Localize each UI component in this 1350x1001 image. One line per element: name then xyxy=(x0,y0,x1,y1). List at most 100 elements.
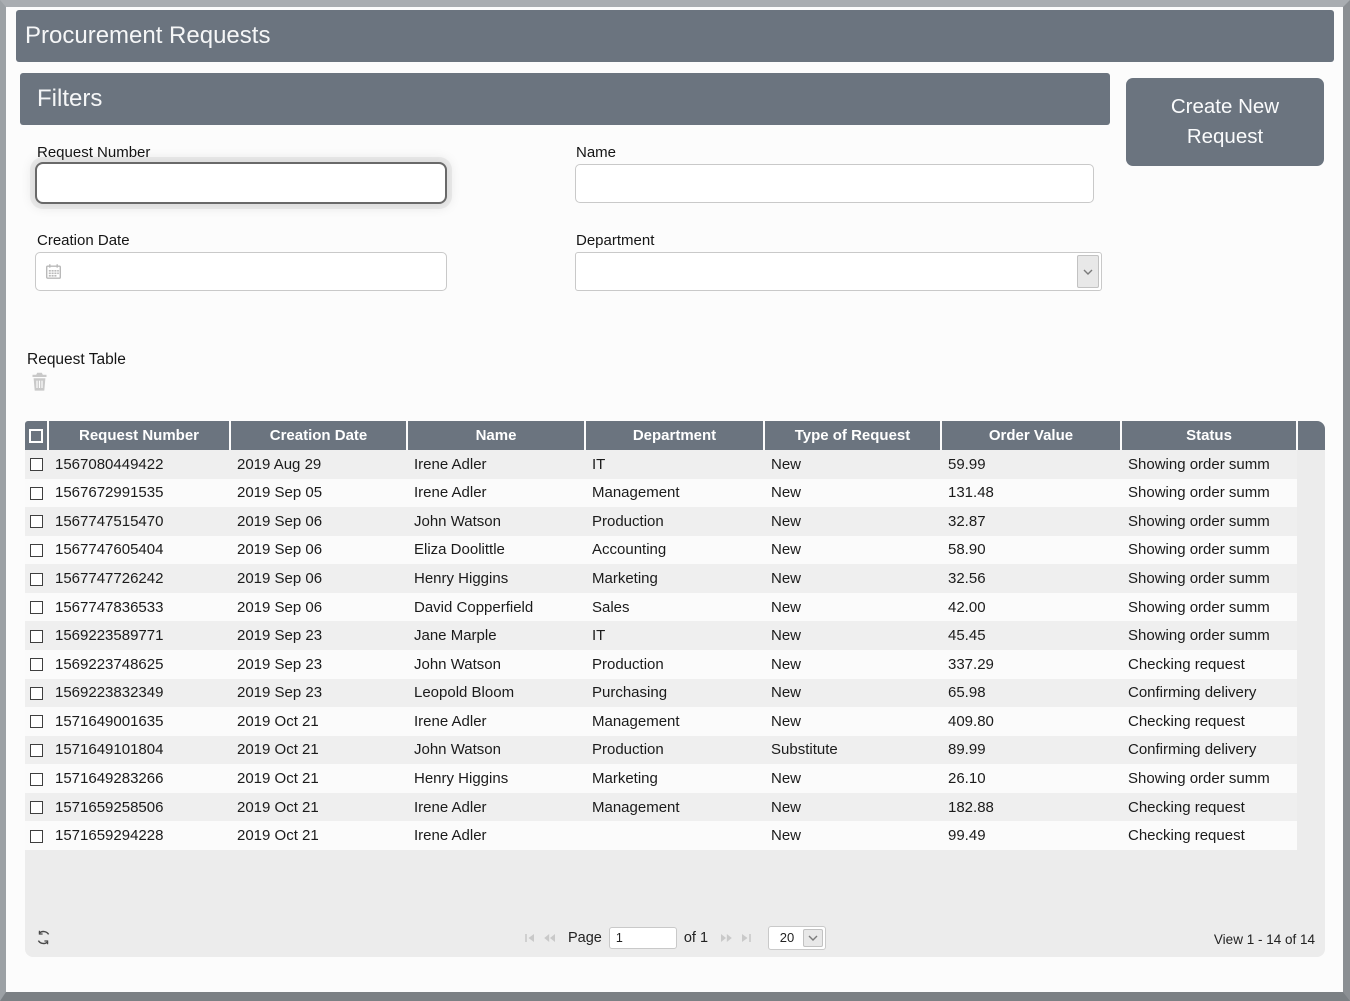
cell-creation-date: 2019 Oct 21 xyxy=(230,736,407,765)
cell-department: Management xyxy=(585,479,764,508)
cell-request-number: 1567747605404 xyxy=(48,536,230,565)
row-checkbox[interactable] xyxy=(30,487,43,500)
cell-name: John Watson xyxy=(407,736,585,765)
table-header-row: Request NumberCreation DateNameDepartmen… xyxy=(25,421,1325,450)
table-row[interactable]: 15692237486252019 Sep 23John WatsonProdu… xyxy=(25,650,1325,679)
cell-type-of-request: New xyxy=(764,707,941,736)
table-row[interactable]: 15677475154702019 Sep 06John WatsonProdu… xyxy=(25,507,1325,536)
cell-creation-date: 2019 Sep 23 xyxy=(230,679,407,708)
row-checkbox[interactable] xyxy=(30,601,43,614)
cell-department: Production xyxy=(585,507,764,536)
cell-type-of-request: New xyxy=(764,679,941,708)
cell-request-number: 1567747515470 xyxy=(48,507,230,536)
creation-date-input[interactable] xyxy=(35,252,447,291)
page-size-select[interactable]: 20 xyxy=(768,926,826,950)
request-table: Request NumberCreation DateNameDepartmen… xyxy=(25,421,1325,957)
scrollbar-spacer-cell xyxy=(1297,536,1325,565)
cell-request-number: 1569223832349 xyxy=(48,679,230,708)
table-row[interactable]: 15692238323492019 Sep 23Leopold BloomPur… xyxy=(25,679,1325,708)
request-table-caption: Request Table xyxy=(27,351,126,369)
row-checkbox[interactable] xyxy=(30,515,43,528)
name-input[interactable] xyxy=(575,164,1094,203)
request-number-input[interactable] xyxy=(35,162,447,204)
column-header-department[interactable]: Department xyxy=(585,421,764,450)
column-header-type-of-request[interactable]: Type of Request xyxy=(764,421,941,450)
table-row[interactable]: 15676729915352019 Sep 05Irene AdlerManag… xyxy=(25,479,1325,508)
cell-type-of-request: New xyxy=(764,450,941,479)
page-label: Page xyxy=(568,930,602,946)
scrollbar-spacer-cell xyxy=(1297,650,1325,679)
last-page-button[interactable] xyxy=(740,932,752,944)
department-select-button[interactable] xyxy=(1077,255,1099,288)
table-row[interactable]: 15716492832662019 Oct 21Henry HigginsMar… xyxy=(25,764,1325,793)
table-row[interactable]: 15716490016352019 Oct 21Irene AdlerManag… xyxy=(25,707,1325,736)
cell-type-of-request: Substitute xyxy=(764,736,941,765)
filters-heading: Filters xyxy=(37,85,102,113)
row-checkbox[interactable] xyxy=(30,801,43,814)
column-header-order-value[interactable]: Order Value xyxy=(941,421,1121,450)
row-checkbox[interactable] xyxy=(30,773,43,786)
table-row[interactable]: 15677478365332019 Sep 06David Copperfiel… xyxy=(25,593,1325,622)
delete-selected-button[interactable] xyxy=(31,372,48,391)
row-checkbox[interactable] xyxy=(30,658,43,671)
row-select-cell xyxy=(25,650,48,679)
column-header-creation-date[interactable]: Creation Date xyxy=(230,421,407,450)
chevron-down-icon xyxy=(1083,269,1093,275)
cell-status: Showing order summ xyxy=(1121,593,1297,622)
cell-name: Irene Adler xyxy=(407,479,585,508)
table-row[interactable]: 15677476054042019 Sep 06Eliza DoolittleA… xyxy=(25,536,1325,565)
column-header-name[interactable]: Name xyxy=(407,421,585,450)
row-checkbox[interactable] xyxy=(30,744,43,757)
cell-order-value: 42.00 xyxy=(941,593,1121,622)
table-row[interactable]: 15716592585062019 Oct 21Irene AdlerManag… xyxy=(25,793,1325,822)
cell-order-value: 99.49 xyxy=(941,821,1121,850)
filters-header-bar: Filters xyxy=(20,73,1110,125)
cell-status: Showing order summ xyxy=(1121,479,1297,508)
page-size-select-button[interactable] xyxy=(803,929,823,947)
scrollbar-spacer-cell xyxy=(1297,679,1325,708)
request-table-grid: Request NumberCreation DateNameDepartmen… xyxy=(25,421,1325,850)
create-new-request-button[interactable]: Create New Request xyxy=(1126,78,1324,166)
table-row[interactable]: 15716592942282019 Oct 21Irene AdlerNew99… xyxy=(25,821,1325,850)
cell-request-number: 1571649001635 xyxy=(48,707,230,736)
row-checkbox[interactable] xyxy=(30,830,43,843)
row-checkbox[interactable] xyxy=(30,458,43,471)
scrollbar-spacer-cell xyxy=(1297,507,1325,536)
table-row[interactable]: 15677477262422019 Sep 06Henry HigginsMar… xyxy=(25,564,1325,593)
cell-status: Checking request xyxy=(1121,821,1297,850)
row-checkbox[interactable] xyxy=(30,687,43,700)
table-row[interactable]: 15716491018042019 Oct 21John WatsonProdu… xyxy=(25,736,1325,765)
cell-request-number: 1567080449422 xyxy=(48,450,230,479)
page-input[interactable] xyxy=(609,927,677,949)
cell-name: Eliza Doolittle xyxy=(407,536,585,565)
table-row[interactable]: 15692235897712019 Sep 23Jane MarpleITNew… xyxy=(25,621,1325,650)
previous-page-button[interactable] xyxy=(543,932,556,944)
scrollbar-spacer-cell xyxy=(1297,621,1325,650)
row-checkbox[interactable] xyxy=(30,544,43,557)
row-select-cell xyxy=(25,736,48,765)
pager: Page of 1 20 xyxy=(25,926,1325,950)
cell-status: Checking request xyxy=(1121,793,1297,822)
select-all-checkbox[interactable] xyxy=(29,429,43,443)
cell-department: Purchasing xyxy=(585,679,764,708)
cell-department: IT xyxy=(585,621,764,650)
cell-order-value: 409.80 xyxy=(941,707,1121,736)
scrollbar-spacer-cell xyxy=(1297,593,1325,622)
row-checkbox[interactable] xyxy=(30,573,43,586)
column-header-request-number[interactable]: Request Number xyxy=(48,421,230,450)
row-checkbox[interactable] xyxy=(30,630,43,643)
next-page-button[interactable] xyxy=(720,932,733,944)
cell-type-of-request: New xyxy=(764,479,941,508)
calendar-icon[interactable] xyxy=(45,263,62,280)
cell-creation-date: 2019 Sep 06 xyxy=(230,564,407,593)
scrollbar-spacer-cell xyxy=(1297,764,1325,793)
first-page-button[interactable] xyxy=(524,932,536,944)
previous-page-icon xyxy=(543,932,556,944)
cell-name: Irene Adler xyxy=(407,450,585,479)
cell-name: Jane Marple xyxy=(407,621,585,650)
column-header-status[interactable]: Status xyxy=(1121,421,1297,450)
cell-creation-date: 2019 Sep 23 xyxy=(230,650,407,679)
table-row[interactable]: 15670804494222019 Aug 29Irene AdlerITNew… xyxy=(25,450,1325,479)
row-checkbox[interactable] xyxy=(30,715,43,728)
department-select[interactable] xyxy=(575,252,1102,291)
